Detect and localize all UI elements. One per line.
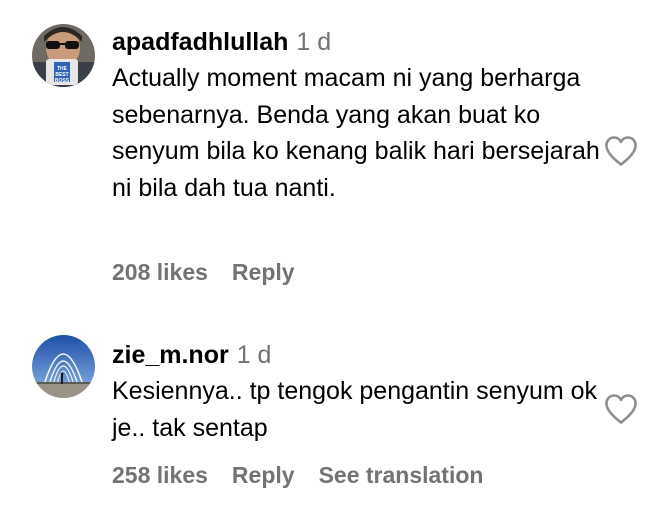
timestamp[interactable]: 1 d [237,341,272,369]
comment-actions: 258 likes Reply See translation [112,462,507,489]
username-link[interactable]: apadfadhlullah [112,28,288,56]
username-link[interactable]: zie_m.nor [112,341,229,369]
heart-outline-icon [605,394,637,424]
comment-body: zie_m.nor 1 d Kesiennya.. tp tengok penga… [112,340,602,446]
heart-outline-icon [605,136,637,166]
comment-item: zie_m.nor 1 d Kesiennya.. tp tengok penga… [0,318,664,508]
comment-text: Actually moment macam ni yang berharga s… [112,64,600,202]
reply-button[interactable]: Reply [232,462,295,488]
comment-actions: 208 likes Reply [112,259,319,286]
likes-count[interactable]: 258 likes [112,462,208,488]
avatar-image: THE BEST BOSS [32,24,95,87]
timestamp[interactable]: 1 d [296,28,331,56]
likes-count[interactable]: 208 likes [112,259,208,285]
avatar[interactable]: THE BEST BOSS [32,24,95,87]
like-button[interactable] [604,135,638,167]
comment-body: apadfadhlullah 1 d Actually moment macam … [112,27,602,206]
svg-text:BOSS: BOSS [55,78,70,84]
comment-header: zie_m.nor 1 d [112,340,602,370]
like-button[interactable] [604,393,638,425]
comment-text: Kesiennya.. tp tengok pengantin senyum o… [112,377,598,442]
comment-item: THE BEST BOSS apadfadhlullah 1 d Actually… [0,0,664,300]
see-translation-button[interactable]: See translation [319,462,484,488]
comment-header: apadfadhlullah 1 d [112,27,602,57]
reply-button[interactable]: Reply [232,259,295,285]
avatar[interactable] [32,335,95,398]
avatar-image [32,335,95,398]
